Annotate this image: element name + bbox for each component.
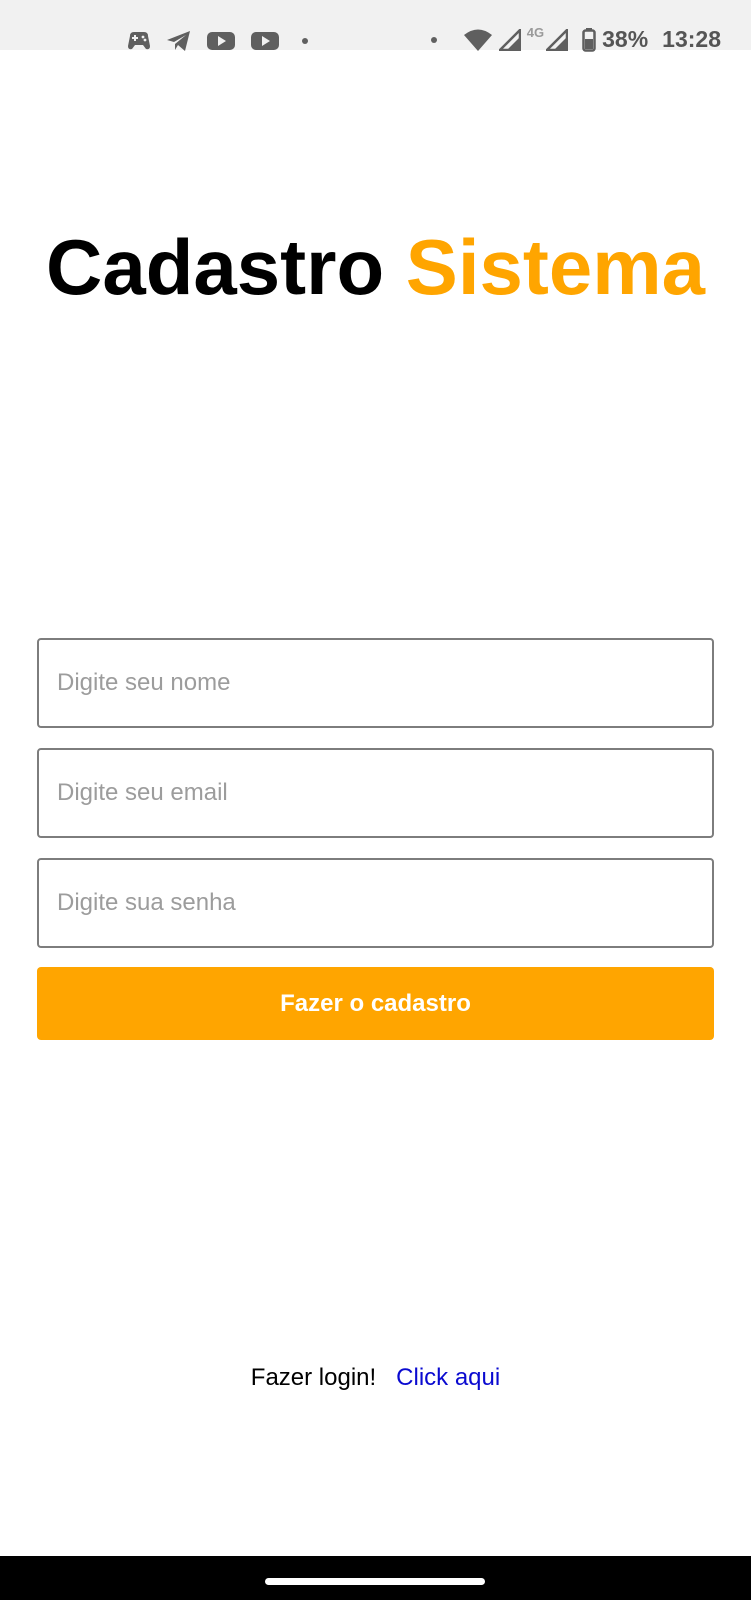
dot-icon — [430, 36, 437, 43]
clock: 13:28 — [662, 26, 721, 52]
register-button[interactable]: Fazer o cadastro — [37, 967, 714, 1040]
login-prompt-text: Fazer login! — [250, 1364, 377, 1391]
youtube-icon — [206, 30, 236, 52]
youtube-icon — [250, 30, 280, 52]
title-part-sistema: Sistema — [405, 223, 705, 311]
battery-icon — [582, 27, 596, 52]
wifi-icon — [463, 28, 493, 52]
login-prompt-row: Fazer login! Click aqui — [0, 1364, 751, 1392]
game-controller-icon — [126, 30, 152, 52]
login-link[interactable]: Click aqui — [396, 1364, 500, 1392]
telegram-icon — [166, 30, 192, 52]
signal-icon — [498, 28, 521, 51]
signal-icon — [546, 28, 569, 51]
system-indicators: 4G 38% 13:28 — [430, 25, 721, 53]
navigation-bar — [0, 1556, 751, 1600]
email-input[interactable] — [37, 748, 714, 838]
password-input[interactable] — [37, 858, 714, 948]
title-part-cadastro: Cadastro — [46, 223, 385, 311]
notification-icons — [126, 30, 308, 52]
notification-dot-icon — [302, 38, 308, 44]
name-input[interactable] — [37, 638, 714, 728]
page-title: Cadastro Sistema — [0, 222, 751, 312]
battery-percentage: 38% — [602, 26, 649, 52]
status-bar: 4G 38% 13:28 — [0, 0, 751, 53]
home-indicator[interactable] — [265, 1578, 485, 1585]
network-type-label: 4G — [526, 25, 545, 40]
